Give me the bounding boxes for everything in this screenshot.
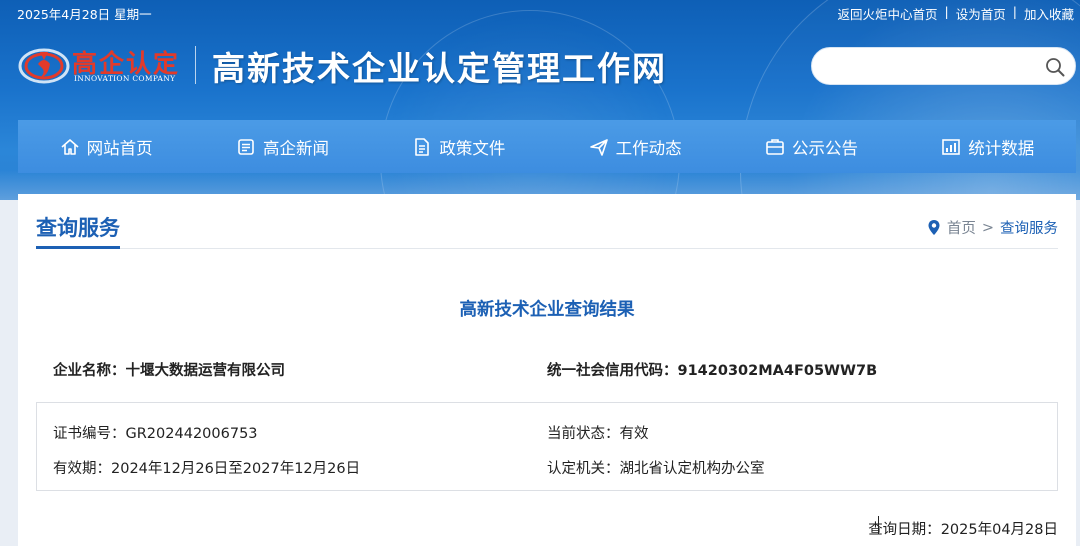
- company-name-value: 十堰大数据运营有限公司: [125, 363, 286, 379]
- query-date-value: 2025年04月28日: [940, 522, 1058, 538]
- top-links: 返回火炬中心首页 | 设为首页 | 加入收藏: [838, 4, 1074, 23]
- current-date: 2025年4月28日 星期一: [17, 7, 152, 22]
- credit-code-row: 统一社会信用代码：91420302MA4F05WW7B: [547, 359, 877, 380]
- logo-divider: [195, 46, 196, 84]
- title-underline: [36, 246, 120, 249]
- top-bar: 2025年4月28日 星期一 返回火炬中心首页 | 设为首页 | 加入收藏: [0, 0, 1080, 24]
- status-value: 有效: [619, 426, 649, 442]
- main-nav: 网站首页 高企新闻 政策文件 工作动态 公示公告 统计数据: [18, 120, 1076, 173]
- nav-item-statistics[interactable]: 统计数据: [941, 135, 1034, 159]
- page-title: 查询服务: [36, 216, 120, 240]
- search-icon[interactable]: [1044, 56, 1066, 78]
- nav-item-news[interactable]: 高企新闻: [236, 135, 329, 159]
- content-panel: 查询服务 首页 > 查询服务 高新技术企业查询结果 企业名称：十堰大数据运营有限…: [18, 194, 1076, 546]
- logo-swirl-icon: [18, 48, 70, 84]
- nav-item-label: 高企新闻: [262, 138, 329, 158]
- title-divider: [36, 248, 1058, 249]
- validity-row: 有效期：2024年12月26日至2027年12月26日: [53, 457, 360, 478]
- validity-value: 2024年12月26日至2027年12月26日: [111, 461, 361, 477]
- nav-item-policy[interactable]: 政策文件: [412, 135, 505, 159]
- authority-label: 认定机关：: [547, 461, 620, 477]
- nav-item-label: 公示公告: [791, 138, 858, 158]
- credit-code-label: 统一社会信用代码：: [547, 363, 678, 379]
- cert-number-value: GR202442006753: [125, 426, 258, 442]
- query-date-label: 查询日期：: [868, 522, 941, 538]
- site-logo[interactable]: 高企认定 INNOVATION COMPANY: [18, 40, 180, 88]
- nav-item-label: 政策文件: [439, 138, 506, 158]
- home-icon: [61, 138, 79, 155]
- location-pin-icon: [928, 220, 940, 235]
- nav-item-work-updates[interactable]: 工作动态: [589, 135, 682, 159]
- document-icon: [415, 137, 430, 156]
- cert-number-label: 证书编号：: [53, 426, 126, 442]
- link-separator: |: [1012, 4, 1017, 19]
- nav-item-label: 网站首页: [86, 138, 153, 158]
- status-row: 当前状态：有效: [547, 422, 649, 443]
- nav-item-label: 工作动态: [615, 138, 682, 158]
- result-title: 高新技术企业查询结果: [459, 300, 635, 320]
- search-input[interactable]: [826, 56, 1036, 78]
- query-date: 查询日期：2025年04月28日: [868, 518, 1058, 539]
- logo-sub-text: INNOVATION COMPANY: [74, 74, 176, 83]
- link-set-homepage[interactable]: 设为首页: [956, 4, 1006, 23]
- search-box: [811, 47, 1076, 85]
- news-icon: [238, 138, 254, 155]
- site-title: 高新技术企业认定管理工作网: [212, 49, 667, 88]
- send-icon: [589, 138, 608, 156]
- cert-number-row: 证书编号：GR202442006753: [53, 422, 258, 443]
- link-torch-center-home[interactable]: 返回火炬中心首页: [838, 4, 938, 23]
- nav-item-home[interactable]: 网站首页: [60, 135, 153, 159]
- link-add-favorite[interactable]: 加入收藏: [1024, 4, 1074, 23]
- notice-icon: [766, 138, 784, 155]
- link-separator: |: [944, 4, 949, 19]
- breadcrumb: 首页 > 查询服务: [927, 217, 1058, 238]
- nav-item-label: 统计数据: [968, 138, 1035, 158]
- nav-item-notices[interactable]: 公示公告: [765, 135, 858, 159]
- breadcrumb-home[interactable]: 首页: [947, 217, 976, 238]
- chart-icon: [942, 138, 961, 155]
- authority-value: 湖北省认定机构办公室: [619, 461, 765, 477]
- breadcrumb-current: 查询服务: [1000, 221, 1058, 237]
- company-name-row: 企业名称：十堰大数据运营有限公司: [53, 359, 285, 380]
- company-name-label: 企业名称：: [53, 363, 126, 379]
- validity-label: 有效期：: [53, 461, 111, 477]
- status-label: 当前状态：: [547, 426, 620, 442]
- authority-row: 认定机关：湖北省认定机构办公室: [547, 457, 765, 478]
- breadcrumb-separator: >: [981, 219, 994, 236]
- credit-code-value: 91420302MA4F05WW7B: [677, 363, 878, 379]
